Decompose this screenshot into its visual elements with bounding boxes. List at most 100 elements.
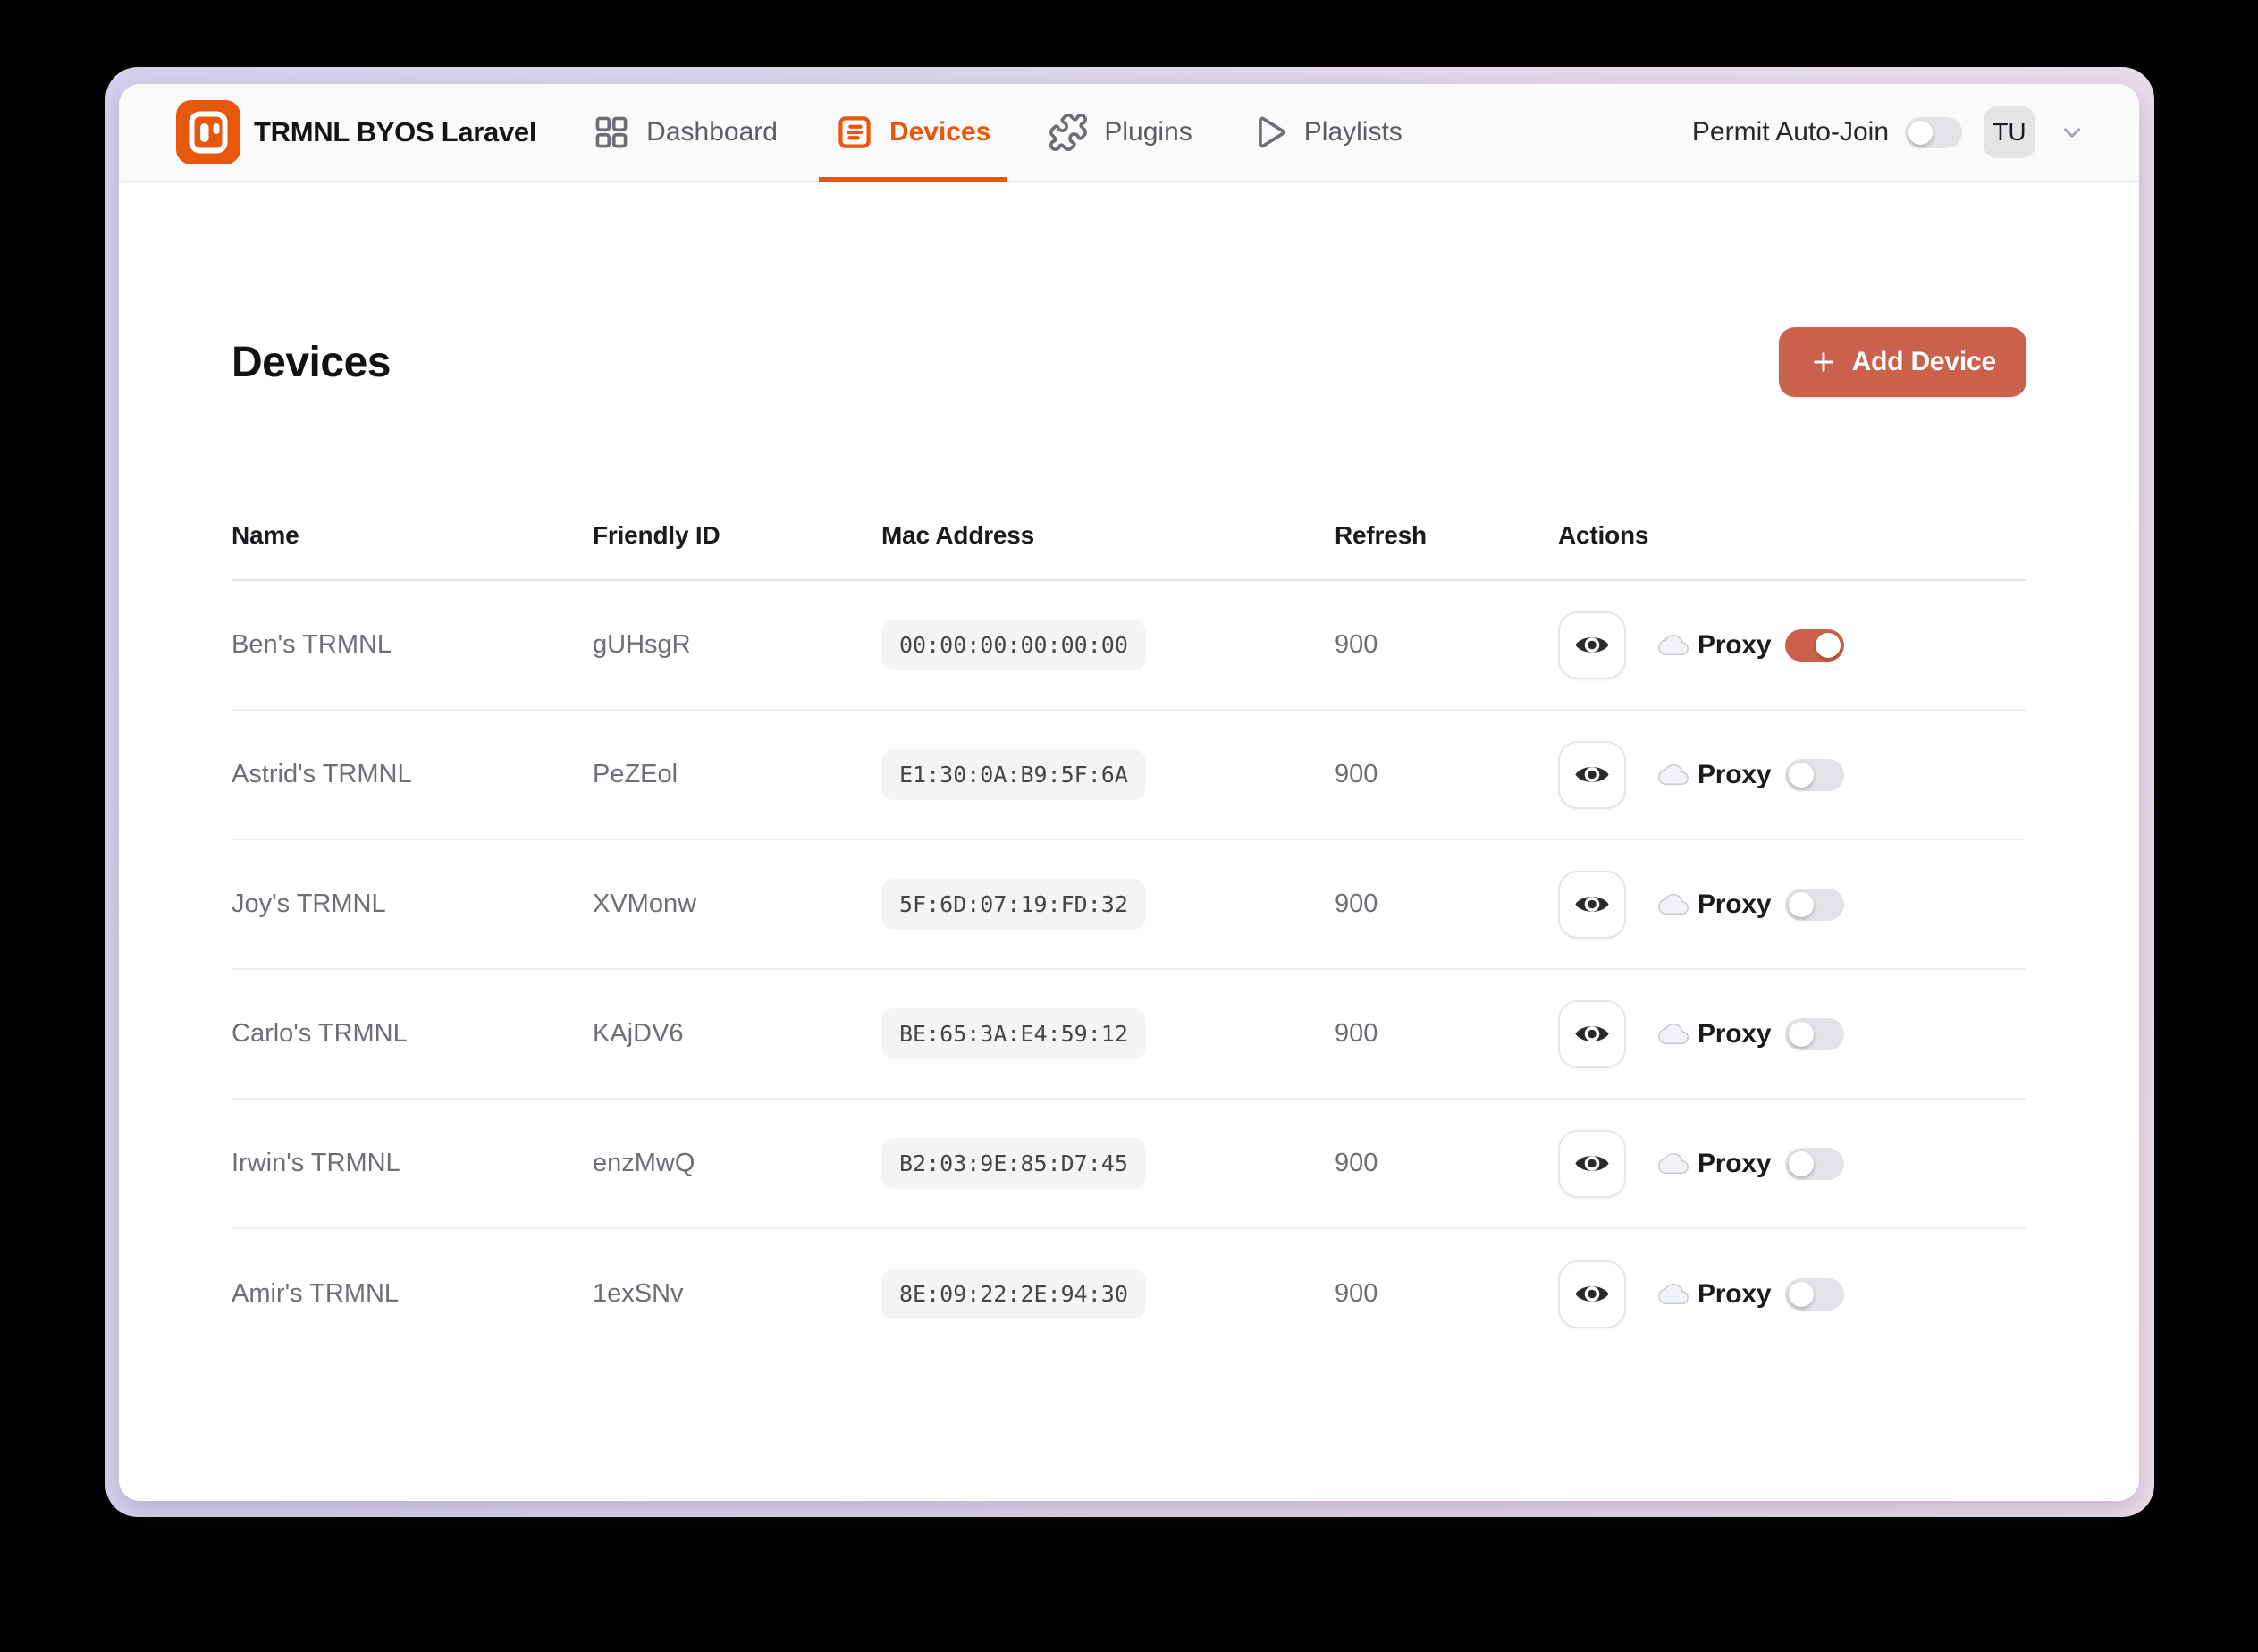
- proxy-label: Proxy: [1698, 1018, 1772, 1049]
- toggle-knob: [1789, 891, 1815, 917]
- app-title: TRMNL BYOS Laravel: [254, 116, 537, 148]
- brand[interactable]: TRMNL BYOS Laravel: [176, 84, 536, 181]
- nav-label: Plugins: [1104, 117, 1192, 147]
- cloud-icon: [1658, 763, 1689, 787]
- nav-tab-dashboard[interactable]: Dashboard: [576, 84, 794, 181]
- main-nav: Dashboard Devices Plugins Playlists: [576, 84, 1444, 182]
- eye-icon: [1573, 632, 1611, 658]
- device-mac-badge: E1:30:0A:B9:5F:6A: [881, 749, 1146, 800]
- proxy-label: Proxy: [1698, 1148, 1772, 1178]
- view-device-button[interactable]: [1558, 1129, 1626, 1198]
- device-row: Carlo's TRMNL KAjDV6 BE:65:3A:E4:59:12 9…: [232, 970, 2026, 1100]
- device-mac-badge: BE:65:3A:E4:59:12: [881, 1008, 1146, 1059]
- view-device-button[interactable]: [1558, 611, 1626, 679]
- device-friendly-id: KAjDV6: [593, 1019, 684, 1048]
- device-name: Ben's TRMNL: [232, 630, 392, 659]
- nav-label: Playlists: [1303, 117, 1403, 147]
- proxy-toggle[interactable]: [1785, 1147, 1845, 1180]
- eye-icon: [1573, 762, 1611, 788]
- toggle-knob: [1789, 762, 1815, 788]
- table-header-row: Name Friendly ID Mac Address Refresh Act…: [232, 521, 2026, 581]
- view-device-button[interactable]: [1558, 1260, 1626, 1328]
- device-mac-badge: 5F:6D:07:19:FD:32: [881, 879, 1146, 930]
- nav-tab-plugins[interactable]: Plugins: [1032, 84, 1208, 181]
- proxy-label: Proxy: [1698, 1278, 1772, 1309]
- chevron-down-icon[interactable]: [2059, 119, 2085, 146]
- column-header-actions: Actions: [1558, 521, 1649, 549]
- app-header: TRMNL BYOS Laravel Dashboard Devices Plu…: [119, 84, 2139, 182]
- device-friendly-id: PeZEol: [593, 760, 678, 788]
- cloud-icon: [1658, 1022, 1689, 1046]
- list-panel-icon: [835, 113, 874, 152]
- cloud-icon: [1658, 1282, 1689, 1306]
- nav-label: Devices: [889, 117, 991, 147]
- app-window: TRMNL BYOS Laravel Dashboard Devices Plu…: [105, 67, 2154, 1517]
- toggle-knob: [1789, 1150, 1815, 1176]
- plus-icon: [1809, 348, 1838, 376]
- device-name: Irwin's TRMNL: [232, 1149, 400, 1177]
- play-icon: [1250, 113, 1289, 152]
- proxy-label: Proxy: [1698, 629, 1772, 660]
- add-device-button[interactable]: Add Device: [1778, 327, 2026, 397]
- page-title: Devices: [232, 338, 391, 386]
- device-row: Astrid's TRMNL PeZEol E1:30:0A:B9:5F:6A …: [232, 711, 2026, 840]
- view-device-button[interactable]: [1558, 740, 1626, 809]
- nav-tab-devices[interactable]: Devices: [818, 84, 1007, 182]
- eye-icon: [1573, 1021, 1611, 1047]
- toggle-knob: [1908, 120, 1933, 145]
- device-friendly-id: XVMonw: [593, 889, 697, 918]
- column-header-friendly-id: Friendly ID: [593, 521, 720, 549]
- cloud-icon: [1658, 1151, 1689, 1176]
- permit-auto-join-toggle[interactable]: [1905, 116, 1962, 148]
- device-friendly-id: enzMwQ: [593, 1149, 695, 1177]
- device-mac-badge: B2:03:9E:85:D7:45: [881, 1138, 1146, 1189]
- proxy-toggle[interactable]: [1785, 888, 1845, 921]
- toggle-knob: [1789, 1021, 1815, 1047]
- device-mac-badge: 8E:09:22:2E:94:30: [881, 1268, 1146, 1319]
- column-header-refresh: Refresh: [1335, 521, 1427, 549]
- device-actions: Proxy: [1558, 1260, 2026, 1328]
- device-row: Amir's TRMNL 1exSNv 8E:09:22:2E:94:30 90…: [232, 1229, 2026, 1359]
- device-refresh: 900: [1335, 1149, 1378, 1177]
- device-row: Irwin's TRMNL enzMwQ B2:03:9E:85:D7:45 9…: [232, 1100, 2026, 1229]
- user-avatar[interactable]: TU: [1984, 106, 2035, 158]
- device-row: Ben's TRMNL gUHsgR 00:00:00:00:00:00 900: [232, 581, 2026, 711]
- device-name: Amir's TRMNL: [232, 1279, 400, 1308]
- trmnl-logo-icon: [176, 100, 240, 164]
- user-initials: TU: [1993, 118, 2026, 146]
- device-mac-badge: 00:00:00:00:00:00: [881, 620, 1146, 670]
- permit-auto-join-label: Permit Auto-Join: [1691, 117, 1889, 147]
- toggle-knob: [1816, 632, 1841, 658]
- view-device-button[interactable]: [1558, 999, 1626, 1068]
- device-actions: Proxy: [1558, 999, 2026, 1068]
- proxy-toggle[interactable]: [1785, 628, 1845, 662]
- page-header: Devices Add Device: [232, 327, 2026, 397]
- proxy-toggle[interactable]: [1785, 1017, 1845, 1050]
- devices-table: Name Friendly ID Mac Address Refresh Act…: [232, 521, 2026, 1359]
- cloud-icon: [1658, 633, 1689, 657]
- device-refresh: 900: [1335, 1019, 1378, 1048]
- eye-icon: [1573, 1150, 1611, 1176]
- cloud-icon: [1658, 892, 1689, 916]
- proxy-toggle[interactable]: [1785, 1277, 1845, 1311]
- column-header-mac-address: Mac Address: [881, 521, 1035, 549]
- device-refresh: 900: [1335, 889, 1378, 918]
- puzzle-icon: [1048, 112, 1089, 153]
- view-device-button[interactable]: [1558, 870, 1626, 939]
- eye-icon: [1573, 891, 1611, 917]
- device-actions: Proxy: [1558, 870, 2026, 939]
- app-card: TRMNL BYOS Laravel Dashboard Devices Plu…: [119, 84, 2139, 1501]
- device-actions: Proxy: [1558, 1129, 2026, 1198]
- add-device-label: Add Device: [1851, 347, 1997, 376]
- device-friendly-id: gUHsgR: [593, 630, 691, 659]
- device-refresh: 900: [1335, 760, 1378, 788]
- column-header-name: Name: [232, 521, 299, 549]
- proxy-label: Proxy: [1698, 889, 1772, 919]
- device-actions: Proxy: [1558, 740, 2026, 809]
- eye-icon: [1573, 1281, 1611, 1307]
- device-name: Carlo's TRMNL: [232, 1019, 408, 1048]
- nav-tab-playlists[interactable]: Playlists: [1234, 84, 1419, 181]
- nav-label: Dashboard: [646, 117, 778, 147]
- proxy-toggle[interactable]: [1785, 758, 1845, 791]
- device-actions: Proxy: [1558, 611, 2026, 679]
